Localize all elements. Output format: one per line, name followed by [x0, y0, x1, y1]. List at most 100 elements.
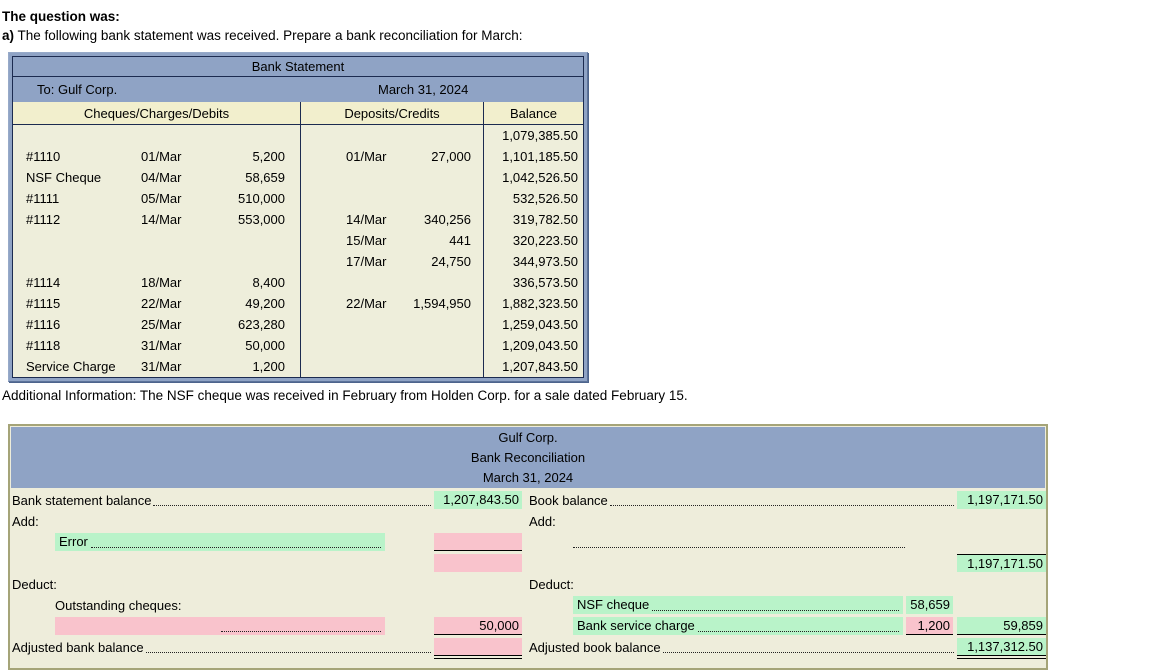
cheque-amount: 623,280	[238, 317, 285, 332]
deduct-total-cell[interactable]: 59,859	[957, 617, 1046, 635]
dotted-leader	[145, 641, 431, 653]
statement-row: 1,079,385.50	[13, 125, 583, 146]
cheque-date: 31/Mar	[141, 359, 182, 374]
balance-cell: 1,101,185.50	[484, 146, 583, 167]
cheque-date: 18/Mar	[141, 275, 182, 290]
deposit-date	[346, 272, 406, 293]
cheques-cell: #1116 25/Mar 623,280	[13, 314, 301, 335]
cheque-date: 05/Mar	[141, 191, 182, 206]
deposits-cell	[301, 314, 484, 335]
column-header-balance: Balance	[510, 106, 557, 121]
deposit-amount: 441	[449, 233, 471, 248]
bank-service-charge-label-cell[interactable]: Bank service charge	[573, 617, 903, 635]
adjusted-book-balance-cell[interactable]: 1,137,312.50	[957, 638, 1046, 659]
question-part: a)	[2, 28, 15, 43]
report-date: March 31, 2024	[482, 470, 574, 485]
cheque-date: 22/Mar	[141, 296, 182, 311]
deposits-cell	[301, 125, 484, 146]
outstanding-cheque-amount-cell[interactable]: 50,000	[434, 617, 522, 635]
column-header-deposits: Deposits/Credits	[301, 102, 484, 124]
deposit-date	[346, 314, 406, 335]
statement-row: #1118 31/Mar 50,000 1,209,043.50	[13, 335, 583, 356]
deposit-date: 01/Mar	[346, 149, 387, 164]
dotted-leader	[697, 620, 899, 632]
deposit-amount	[406, 167, 471, 188]
cheques-cell: #1114 18/Mar 8,400	[13, 272, 301, 293]
deposits-cell: 01/Mar 27,000	[301, 146, 484, 167]
statement-title: Bank Statement	[13, 57, 583, 77]
error-label-cell[interactable]: Error	[55, 533, 385, 551]
cheque-date: 04/Mar	[141, 170, 182, 185]
cheques-cell: #1115 22/Mar 49,200	[13, 293, 301, 314]
adjusted-book-balance-label: Adjusted book balance	[529, 640, 661, 655]
balance-cell: 532,526.50	[484, 188, 583, 209]
deposits-cell: 17/Mar 24,750	[301, 251, 484, 272]
cheque-amount: 1,200	[252, 359, 285, 374]
bank-statement-balance-cell[interactable]: 1,207,843.50	[434, 491, 522, 509]
cheque-date: 25/Mar	[141, 317, 182, 332]
deposits-cell	[301, 188, 484, 209]
balance-amount: 344,973.50	[512, 254, 578, 269]
deposits-cell	[301, 356, 484, 377]
bank-subtotal-cell[interactable]	[434, 554, 522, 572]
balance-amount: 1,101,185.50	[502, 149, 578, 164]
row-balances: Bank statement balance 1,207,843.50 Book…	[10, 489, 1046, 510]
outstanding-cheque-entry-cell[interactable]	[55, 617, 385, 635]
deposit-date	[346, 335, 406, 356]
nsf-cheque-label-cell[interactable]: NSF cheque	[573, 596, 903, 614]
adjusted-bank-balance-cell[interactable]	[434, 638, 522, 659]
deposit-date	[346, 356, 406, 377]
deposit-amount	[406, 356, 471, 377]
cheques-cell	[13, 230, 301, 251]
book-subtotal-cell[interactable]: 1,197,171.50	[957, 554, 1046, 572]
row-deduct-labels: Deduct: Deduct:	[10, 573, 1046, 594]
cheque-amount: 553,000	[238, 212, 285, 227]
balance-cell: 1,882,323.50	[484, 293, 583, 314]
cheque-description: #1116	[26, 317, 61, 332]
question-block: The question was: a) The following bank …	[2, 7, 523, 45]
nsf-cheque-amount-cell[interactable]: 58,659	[906, 596, 953, 614]
cheques-cell: #1110 01/Mar 5,200	[13, 146, 301, 167]
cheque-amount	[199, 230, 285, 251]
dotted-leader	[662, 641, 954, 653]
statement-row: #1116 25/Mar 623,280 1,259,043.50	[13, 314, 583, 335]
cheque-description: #1118	[26, 338, 61, 353]
deposit-amount	[406, 188, 471, 209]
bank-service-charge-label: Bank service charge	[577, 618, 695, 633]
deposits-cell	[301, 167, 484, 188]
cheques-cell	[13, 251, 301, 272]
cheque-description: Service Charge	[26, 359, 116, 374]
deposit-amount: 340,256	[424, 212, 471, 227]
deposit-date	[346, 167, 406, 188]
cheque-amount: 50,000	[245, 338, 285, 353]
deposits-cell: 14/Mar 340,256	[301, 209, 484, 230]
statement-row: NSF Cheque 04/Mar 58,659 1,042,526.50	[13, 167, 583, 188]
cheques-cell: #1111 05/Mar 510,000	[13, 188, 301, 209]
deposits-cell	[301, 335, 484, 356]
row-add-items: Error	[10, 531, 1046, 552]
statement-row: #1115 22/Mar 49,200 22/Mar 1,594,950 1,882,32…	[13, 293, 583, 314]
book-balance-cell[interactable]: 1,197,171.50	[957, 491, 1046, 509]
cheque-amount: 5,200	[252, 149, 285, 164]
cheque-amount	[199, 251, 285, 272]
statement-subheader: To: Gulf Corp. March 31, 2024	[13, 77, 583, 102]
cheques-cell	[13, 125, 301, 146]
deposits-cell	[301, 272, 484, 293]
cheque-description	[26, 125, 141, 146]
cheque-date: 31/Mar	[141, 338, 182, 353]
balance-cell: 344,973.50	[484, 251, 583, 272]
balance-amount: 319,782.50	[512, 212, 578, 227]
blank-add-line[interactable]	[573, 536, 905, 548]
reconciliation-header: Gulf Corp. Bank Reconciliation March 31,…	[11, 427, 1045, 488]
error-amount-cell[interactable]	[434, 533, 522, 551]
question-label: The question was:	[2, 9, 120, 24]
column-header-cheques: Cheques/Charges/Debits	[13, 102, 301, 124]
deposit-date	[346, 188, 406, 209]
cheques-cell: NSF Cheque 04/Mar 58,659	[13, 167, 301, 188]
cheque-date: 01/Mar	[141, 149, 182, 164]
bank-service-charge-amount-cell[interactable]: 1,200	[906, 617, 953, 635]
nsf-cheque-label: NSF cheque	[577, 597, 650, 612]
cheque-description: #1112	[26, 212, 61, 227]
row-deduct-item-1: Outstanding cheques: NSF cheque 58,659	[10, 594, 1046, 615]
statement-row: Service Charge 31/Mar 1,200 1,207,843.50	[13, 356, 583, 377]
